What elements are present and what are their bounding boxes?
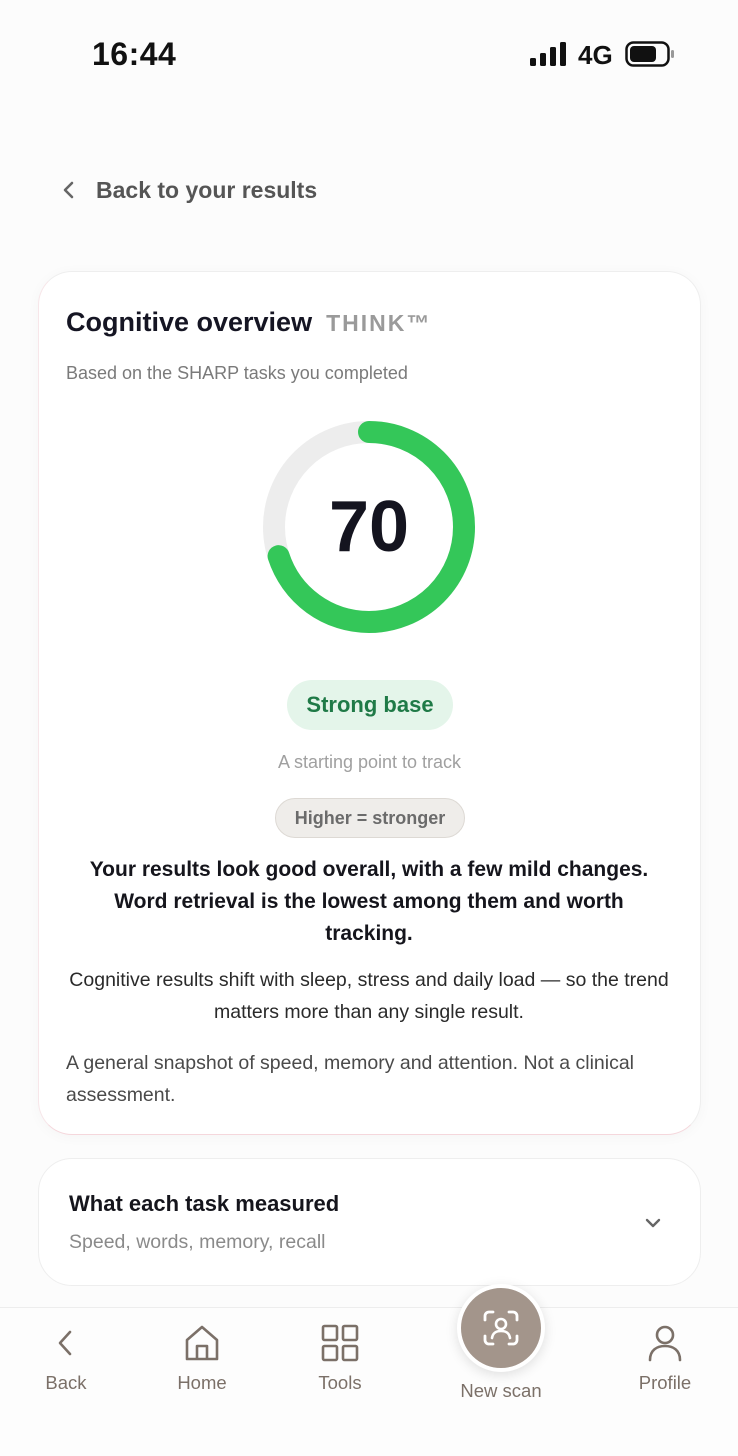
card-title: Cognitive overview	[66, 307, 313, 337]
nav-tools[interactable]: Tools	[285, 1322, 395, 1394]
back-to-results-link[interactable]: Back to your results	[58, 170, 317, 210]
chevron-left-icon	[58, 1330, 72, 1356]
status-bar: 16:44 4G	[0, 0, 738, 110]
disclaimer: A general snapshot of speed, memory and …	[66, 1052, 635, 1106]
grid-icon	[321, 1324, 359, 1362]
home-icon	[185, 1325, 219, 1361]
accordion-title: What each task measured	[69, 1191, 340, 1216]
nav-profile[interactable]: Profile	[610, 1322, 720, 1394]
score-value: 70	[328, 487, 410, 567]
card-header: Cognitive overview THINK™	[66, 307, 431, 338]
nav-profile-label: Profile	[638, 1372, 692, 1393]
accordion-subtitle: Speed, words, memory, recall	[69, 1231, 326, 1253]
trend-note: Cognitive results shift with sleep, stre…	[69, 969, 669, 1023]
battery-icon	[625, 41, 674, 67]
card-subtitle: Based on the SHARP tasks you completed	[66, 363, 408, 383]
task-measured-accordion[interactable]: What each task measured Speed, words, me…	[38, 1158, 701, 1286]
signal-icon	[530, 42, 566, 66]
chevron-down-icon	[645, 1218, 661, 1228]
new-scan-button[interactable]	[457, 1284, 545, 1372]
nav-tools-label: Tools	[318, 1372, 362, 1393]
bottom-nav: Back Home Tools Profile	[0, 1307, 738, 1456]
chevron-left-icon	[63, 181, 74, 199]
brand-label: THINK™	[326, 310, 432, 336]
scale-hint-badge: Higher = stronger	[275, 798, 465, 838]
back-link-label: Back to your results	[96, 176, 318, 203]
new-scan-label: New scan	[460, 1380, 542, 1401]
status-caption: A starting point to track	[277, 752, 462, 772]
status-badge: Strong base	[287, 680, 453, 730]
cognitive-overview-card: Cognitive overview THINK™ Based on the S…	[38, 271, 701, 1135]
user-icon	[648, 1325, 682, 1362]
nav-back[interactable]: Back	[11, 1322, 121, 1394]
status-time: 16:44	[92, 36, 177, 72]
result-summary: Your results look good overall, with a f…	[89, 858, 649, 945]
face-scan-icon	[483, 1310, 519, 1346]
nav-back-label: Back	[45, 1372, 87, 1393]
nav-home[interactable]: Home	[147, 1322, 257, 1394]
network-type: 4G	[578, 40, 613, 70]
nav-home-label: Home	[177, 1372, 227, 1393]
